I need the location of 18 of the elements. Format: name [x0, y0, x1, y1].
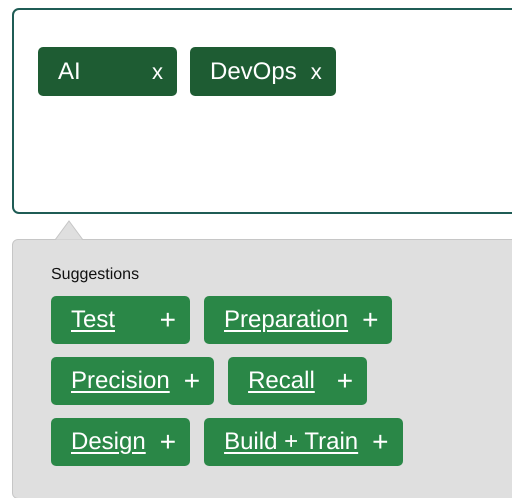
suggestion-link[interactable]: Test [71, 302, 116, 338]
add-button[interactable]: + [336, 366, 354, 395]
suggestion-link[interactable]: Build + Train [224, 424, 358, 460]
tag-label: AI [58, 56, 81, 86]
tag-label: DevOps [210, 56, 297, 86]
suggestion-link[interactable]: Preparation [224, 302, 348, 338]
add-button[interactable]: + [362, 306, 378, 334]
add-button[interactable]: + [184, 366, 200, 395]
suggestion-link[interactable]: Precision [71, 362, 170, 399]
tag-input-field[interactable]: AI x DevOps x [12, 8, 512, 214]
remove-button[interactable]: x [310, 60, 322, 82]
add-button[interactable]: + [372, 428, 389, 456]
add-button[interactable]: + [160, 428, 176, 456]
add-button[interactable]: + [160, 306, 176, 334]
suggestion-link[interactable]: Design [71, 424, 146, 460]
suggestions-heading: Suggestions [51, 266, 140, 284]
remove-button[interactable]: x [152, 60, 163, 82]
suggestion-link[interactable]: Recall [248, 362, 315, 399]
